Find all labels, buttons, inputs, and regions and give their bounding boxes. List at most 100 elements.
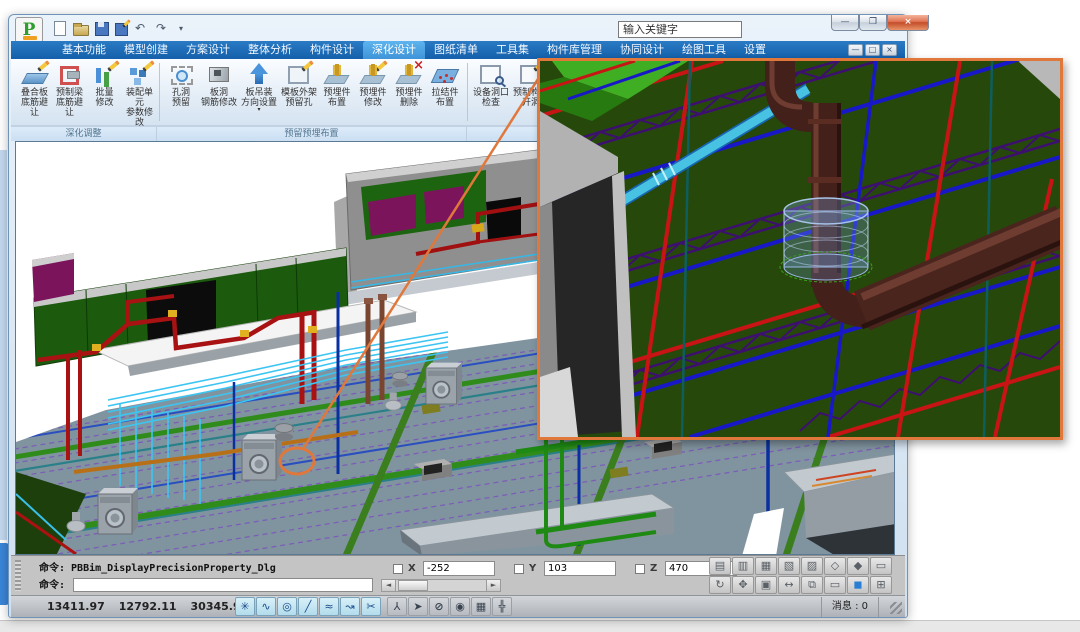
curve-snap-icon[interactable]: ∿ [256, 597, 276, 616]
view-cube-button[interactable]: ▧ [778, 557, 800, 575]
disable-snap-icon[interactable]: ⊘ [429, 597, 449, 616]
panel-drag-handle[interactable] [15, 560, 21, 591]
center-snap-icon[interactable]: ◎ [277, 597, 297, 616]
view-zoom-window-button[interactable]: ▣ [755, 576, 777, 594]
wave-snap-icon[interactable]: ≈ [319, 597, 339, 616]
view-shaded-button[interactable]: ◼ [847, 576, 869, 594]
minimize-button[interactable]: — [831, 15, 859, 31]
embed-modify-icon [360, 62, 386, 86]
view-previous-button[interactable]: ⧉ [801, 576, 823, 594]
mdi-close-button[interactable]: × [882, 44, 897, 56]
exhaust-fan [275, 424, 293, 442]
tab-collaborative-design[interactable]: 协同设计 [611, 41, 673, 59]
view-pan-button[interactable]: ✥ [732, 576, 754, 594]
view-cube-button[interactable]: ▦ [755, 557, 777, 575]
crosshair-toggle-icon[interactable]: ╬ [492, 597, 512, 616]
btn-slab-hole-rebar[interactable]: 板洞 钢筋修改 [199, 62, 239, 123]
desktop-bottom-strip [0, 620, 1080, 632]
view-cube-button[interactable]: ▤ [709, 557, 731, 575]
tab-basic-functions[interactable]: 基本功能 [53, 41, 115, 59]
three-point-snap-icon[interactable]: ⅄ [387, 597, 407, 616]
dropdown-arrow-icon[interactable]: ▾ [239, 108, 279, 112]
hole-reserve-icon [168, 62, 194, 86]
search-input[interactable] [618, 21, 742, 38]
btn-composite-slab-rebar-avoid[interactable]: 叠合板 底筋避让 [17, 62, 52, 123]
view-cube-button[interactable]: ▨ [801, 557, 823, 575]
mdi-restore-button[interactable]: □ [865, 44, 880, 56]
message-counter[interactable]: 消息 : 0 [821, 597, 879, 617]
btn-hole-reserve[interactable]: 孔洞 预留 [163, 62, 199, 123]
detail-3d-scene [540, 61, 1060, 437]
scroll-right-arrow-icon[interactable]: ► [486, 580, 500, 591]
sphere-view-icon[interactable]: ◉ [450, 597, 470, 616]
polyline-snap-icon[interactable]: ↝ [340, 597, 360, 616]
z-checkbox[interactable] [635, 564, 645, 574]
btn-tie-place[interactable]: 拉结件 布置 [427, 62, 463, 123]
view-orbit-button[interactable]: ↻ [709, 576, 731, 594]
group-divider [467, 63, 468, 121]
view-flat-button[interactable]: ▭ [870, 557, 892, 575]
cursor-coordinates: 13411.97 12792.11 30345.90 [47, 600, 248, 613]
save-as-icon[interactable] [114, 20, 131, 36]
btn-embed-place[interactable]: 预埋件 布置 [319, 62, 355, 123]
wall-cluster-right [334, 150, 539, 306]
btn-slab-lift-direction[interactable]: 板吊装 方向设置 ▾ [239, 62, 279, 123]
logo-underline [23, 36, 37, 40]
tab-toolset[interactable]: 工具集 [487, 41, 538, 59]
qat-dropdown-icon[interactable]: ▾ [179, 24, 183, 33]
undo-icon[interactable]: ↶ [135, 20, 152, 36]
tab-scheme-design[interactable]: 方案设计 [177, 41, 239, 59]
new-file-icon[interactable] [51, 20, 68, 36]
btn-precast-beam-rebar-avoid[interactable]: 预制梁 底筋避让 [52, 62, 87, 123]
view-diamond-button[interactable]: ◆ [847, 557, 869, 575]
scroll-left-arrow-icon[interactable]: ◄ [382, 580, 396, 591]
close-button[interactable]: × [887, 15, 929, 31]
grid-toggle-icon[interactable]: ▦ [471, 597, 491, 616]
y-input[interactable] [544, 561, 616, 576]
object-snap-icon[interactable]: ✳ [235, 597, 255, 616]
x-input[interactable] [423, 561, 495, 576]
tab-drawing-list[interactable]: 图纸清单 [425, 41, 487, 59]
save-icon[interactable] [93, 20, 110, 36]
mdi-minimize-button[interactable]: — [848, 44, 863, 56]
btn-formwork-reserve-hole[interactable]: 模板外架 预留孔 [279, 62, 319, 123]
tab-settings[interactable]: 设置 [735, 41, 775, 59]
view-settings-button[interactable]: ⊞ [870, 576, 892, 594]
tab-component-library[interactable]: 构件库管理 [538, 41, 611, 59]
y-checkbox[interactable] [514, 564, 524, 574]
pointer-mode-icon[interactable]: ➤ [408, 597, 428, 616]
restore-button[interactable]: ❐ [859, 15, 887, 31]
exhaust-fan [392, 372, 407, 387]
btn-assembly-unit-params[interactable]: 装配单元 参数修改 [122, 62, 157, 123]
scroll-thumb[interactable] [398, 580, 428, 591]
btn-device-opening-check[interactable]: 设备洞口 检查 [471, 62, 511, 123]
btn-embed-modify[interactable]: 预埋件 修改 [355, 62, 391, 123]
tab-deepening-design[interactable]: 深化设计 [363, 41, 425, 59]
tab-model-creation[interactable]: 模型创建 [115, 41, 177, 59]
line-snap-icon[interactable]: ╱ [298, 597, 318, 616]
tab-component-design[interactable]: 构件设计 [301, 41, 363, 59]
view-toolbar: ▤ ▥ ▦ ▧ ▨ ◇ ◆ ▭ ↻ ✥ ▣ ↔ ⧉ ▭ ◼ ⊞ [709, 557, 897, 595]
open-file-icon[interactable] [72, 20, 89, 36]
command-scrollbar[interactable]: ◄ ► [381, 579, 501, 592]
view-box-button[interactable]: ▭ [824, 576, 846, 594]
view-zoom-extents-button[interactable]: ↔ [778, 576, 800, 594]
background-window-edge [0, 150, 7, 540]
lift-direction-icon [246, 62, 272, 86]
snap-toolbar-active: ✳ ∿ ◎ ╱ ≈ ↝ ✂ [235, 597, 381, 616]
detail-inset-window[interactable] [537, 58, 1063, 440]
command-panel: 命令: PBBim_DisplayPrecisionProperty_Dlg 命… [11, 555, 905, 595]
btn-batch-modify[interactable]: 批量 修改 [87, 62, 122, 123]
view-cube-button[interactable]: ▥ [732, 557, 754, 575]
tab-overall-analysis[interactable]: 整体分析 [239, 41, 301, 59]
tab-drawing-tools[interactable]: 绘图工具 [673, 41, 735, 59]
quick-access-toolbar: ↶ ↷ ▾ [51, 19, 183, 37]
formwork-icon [286, 62, 312, 86]
resize-grip[interactable] [890, 602, 902, 614]
x-checkbox[interactable] [393, 564, 403, 574]
command-input[interactable] [73, 578, 373, 592]
intersection-snap-icon[interactable]: ✂ [361, 597, 381, 616]
redo-icon[interactable]: ↷ [156, 20, 173, 36]
btn-embed-delete[interactable]: × 预埋件 删除 [391, 62, 427, 123]
view-diamond-button[interactable]: ◇ [824, 557, 846, 575]
